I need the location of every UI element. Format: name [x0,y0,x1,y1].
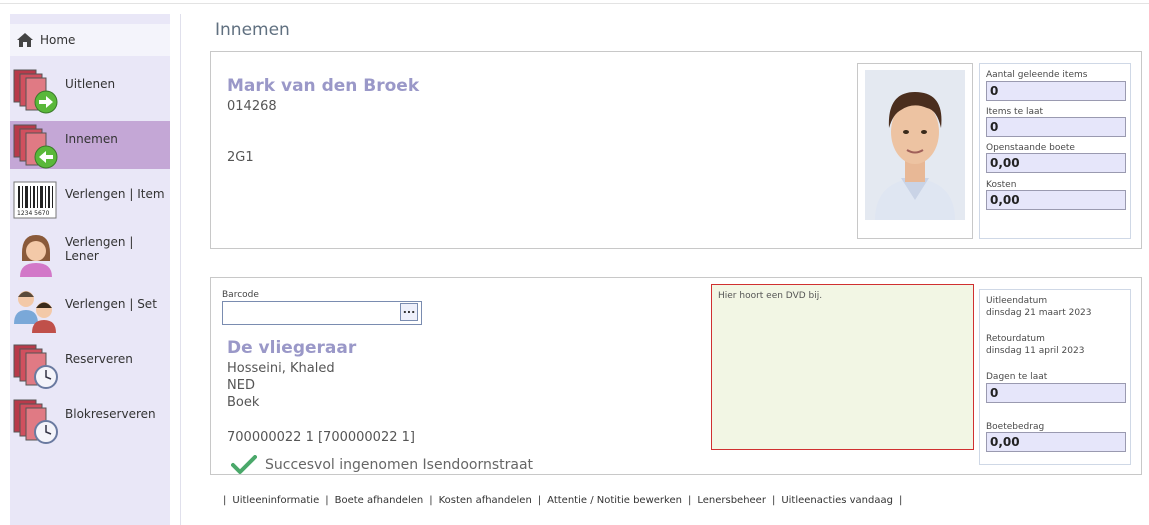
loan-stats: Uitleendatum dinsdag 21 maart 2023 Retou… [979,289,1131,465]
item-copy-number: 700000022 1 [700000022 1] [227,430,415,445]
sidebar-item-blokreserveren[interactable]: Blokreserveren [10,396,170,444]
item-type: Boek [227,395,260,410]
sidebar-divider [180,14,181,525]
fine-amount-field: 0,00 [986,432,1126,452]
sidebar-item-label: Verlengen | Lener [65,235,134,263]
female-user-icon [12,231,60,279]
return-date-value: dinsdag 11 april 2023 [986,346,1085,356]
return-date-label: Retourdatum [986,334,1045,344]
sidebar-item-label: Verlengen | Item [65,187,165,201]
page-title: Innemen [215,20,290,40]
costs-field: 0,00 [986,190,1126,210]
borrower-photo-frame [857,63,973,239]
item-language: NED [227,378,255,393]
sidebar: Home Uitlenen Innemen 1234 5670 Verlenge… [10,14,170,525]
borrower-stats: Aantal geleende items 0 Items te laat 0 … [979,63,1131,239]
link-boete-afhandelen[interactable]: Boete afhandelen [335,495,424,506]
borrower-group: 2G1 [227,150,254,165]
fine-amount-label: Boetebedrag [986,422,1045,432]
users-group-icon [12,286,60,334]
days-late-label: Dagen te laat [986,372,1048,382]
barcode-lookup-button[interactable]: ... [400,303,418,321]
link-separator: | [771,495,776,506]
sidebar-item-verlengen-item[interactable]: 1234 5670 Verlengen | Item [10,176,170,224]
loan-date-label: Uitleendatum [986,296,1048,306]
open-fine-label: Openstaande boete [986,143,1075,153]
link-separator: | [223,495,227,506]
books-clock-icon [12,396,60,444]
link-separator: | [898,495,903,506]
days-late-field: 0 [986,383,1126,403]
barcode-label: Barcode [222,290,259,300]
borrower-photo [865,70,965,220]
sidebar-item-home[interactable]: Home [10,24,170,56]
sidebar-item-innemen[interactable]: Innemen [10,121,170,169]
link-uitleeninformatie[interactable]: Uitleeninformatie [232,495,319,506]
link-separator: | [325,495,329,506]
borrower-panel: Mark van den Broek 014268 2G1 Aantal gel… [210,51,1142,249]
open-fine-field: 0,00 [986,153,1126,173]
success-text: Succesvol ingenomen Isendoornstraat [265,457,534,473]
link-kosten-afhandelen[interactable]: Kosten afhandelen [439,495,532,506]
borrower-name[interactable]: Mark van den Broek [227,76,419,96]
sidebar-item-verlengen-set[interactable]: Verlengen | Set [10,286,170,334]
sidebar-item-reserveren[interactable]: Reserveren [10,341,170,389]
success-message: Succesvol ingenomen Isendoornstraat [231,455,533,475]
link-separator: | [429,495,433,506]
sidebar-item-label: Innemen [65,132,118,146]
barcode-input[interactable] [222,301,422,325]
books-clock-icon [12,341,60,389]
checkmark-icon [231,455,257,474]
loan-date-value: dinsdag 21 maart 2023 [986,308,1092,318]
top-divider [0,3,1149,4]
late-items-field: 0 [986,117,1126,137]
late-items-label: Items te laat [986,107,1044,117]
item-panel: Barcode ... De vliegeraar Hosseini, Khal… [210,277,1142,475]
attention-note[interactable]: Hier hoort een DVD bij. [711,284,974,450]
sidebar-item-label: Home [40,33,76,47]
home-icon [17,33,33,47]
loaned-items-label: Aantal geleende items [986,70,1088,80]
link-attentie-notitie[interactable]: Attentie / Notitie bewerken [547,495,682,506]
sidebar-item-label: Reserveren [65,352,133,366]
books-arrow-right-icon [12,66,60,114]
sidebar-item-verlengen-lener[interactable]: Verlengen | Lener [10,231,170,279]
link-uitleenacties-vandaag[interactable]: Uitleenacties vandaag [781,495,893,506]
sidebar-item-label: Verlengen | Set [65,297,157,311]
borrower-number: 014268 [227,99,277,114]
sidebar-item-label: Uitlenen [65,77,116,91]
link-separator: | [687,495,692,506]
item-author: Hosseini, Khaled [227,361,335,376]
link-lenersbeheer[interactable]: Lenersbeheer [697,495,766,506]
books-arrow-left-icon [12,121,60,169]
link-separator: | [537,495,542,506]
sidebar-item-uitlenen[interactable]: Uitlenen [10,66,170,114]
barcode-icon: 1234 5670 [12,176,60,224]
sidebar-item-label: Blokreserveren [65,407,156,421]
footer-links: | Uitleeninformatie | Boete afhandelen |… [217,495,908,506]
svg-text:1234 5670: 1234 5670 [17,210,50,217]
costs-label: Kosten [986,180,1017,190]
item-title[interactable]: De vliegeraar [227,338,356,358]
loaned-items-field: 0 [986,81,1126,101]
